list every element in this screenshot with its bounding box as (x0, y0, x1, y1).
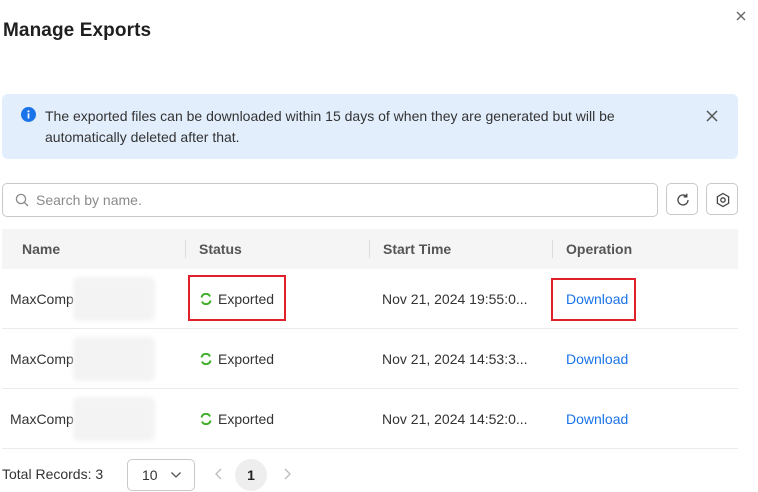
row-name: MaxComp (10, 291, 74, 307)
previous-page-icon[interactable] (213, 467, 225, 481)
search-field[interactable] (2, 183, 658, 217)
redacted-name-blur (73, 397, 155, 441)
refresh-button[interactable] (666, 183, 698, 215)
status-highlight-box (188, 275, 286, 321)
column-header-start-time: Start Time (383, 241, 452, 257)
chevron-down-icon (171, 472, 181, 478)
dialog-title: Manage Exports (3, 20, 152, 41)
settings-button[interactable] (706, 183, 738, 215)
column-divider (369, 240, 370, 258)
row-start-time: Nov 21, 2024 19:55:0... (382, 291, 528, 307)
download-link[interactable]: Download (566, 329, 628, 389)
row-start-time: Nov 21, 2024 14:52:0... (382, 411, 528, 427)
table-row: MaxComp Exported Nov 21, 2024 14:52:0...… (2, 389, 738, 449)
download-link[interactable]: Download (566, 389, 628, 449)
search-input[interactable] (36, 184, 646, 216)
sync-status-icon (200, 413, 212, 425)
page-size-select[interactable]: 10 (127, 459, 195, 491)
table-row: MaxComp Exported Nov 21, 2024 14:53:3...… (2, 329, 738, 389)
redacted-name-blur (73, 277, 155, 321)
total-records: Total Records: 3 (2, 466, 104, 482)
redacted-name-blur (73, 337, 155, 381)
alert-close-icon[interactable] (705, 109, 719, 123)
table-header: Name Status Start Time Operation (2, 229, 738, 269)
info-alert: The exported files can be downloaded wit… (2, 94, 738, 159)
row-start-time: Nov 21, 2024 14:53:3... (382, 351, 528, 367)
settings-icon (716, 192, 730, 208)
next-page-icon[interactable] (281, 467, 293, 481)
row-name: MaxComp (10, 351, 74, 367)
info-icon (21, 107, 36, 122)
column-divider (185, 240, 186, 258)
dialog-close-icon[interactable] (733, 8, 749, 24)
sync-status-icon (200, 353, 212, 365)
download-highlight-box (551, 278, 636, 321)
row-status: Exported (218, 411, 275, 427)
row-status: Exported (218, 351, 275, 367)
column-header-operation: Operation (566, 241, 633, 257)
refresh-icon (677, 193, 689, 206)
column-header-name: Name (22, 241, 61, 257)
column-header-status: Status (199, 241, 242, 257)
page-number-current[interactable]: 1 (235, 459, 267, 491)
alert-message: The exported files can be downloaded wit… (45, 108, 615, 145)
column-divider (552, 240, 553, 258)
page-size-value: 10 (142, 467, 158, 483)
search-icon (15, 193, 29, 207)
row-name: MaxComp (10, 411, 74, 427)
